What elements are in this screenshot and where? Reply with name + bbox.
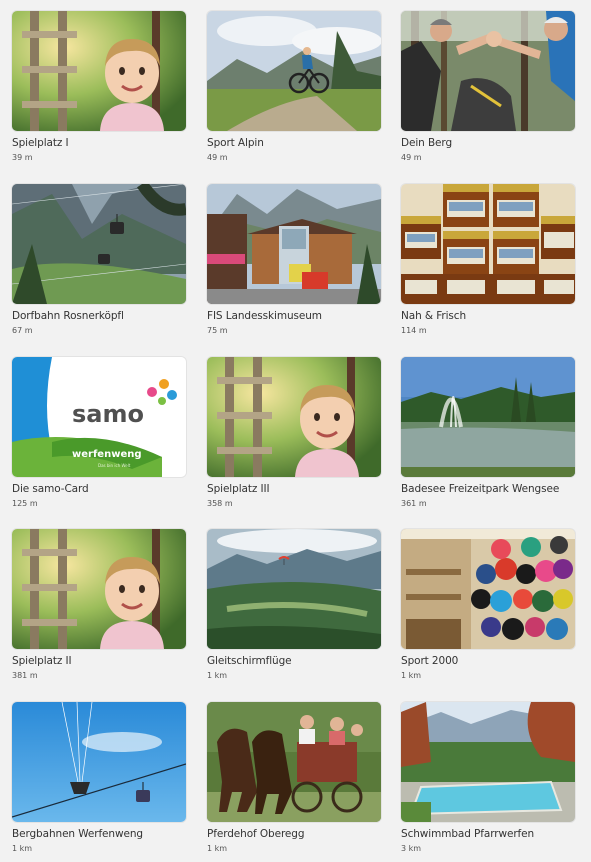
horse-carriage-photo <box>207 702 381 822</box>
poi-title: Spielplatz II <box>12 655 72 667</box>
samo-tagline: Das bin ich Welt <box>98 463 131 468</box>
poi-distance: 125 m <box>12 499 38 508</box>
poi-distance: 361 m <box>401 499 427 508</box>
ski-museum-building-photo <box>207 184 381 304</box>
poi-card-samo-card[interactable]: samo werfenweng Das bin ich Welt Die sam… <box>12 357 186 517</box>
poi-card-sport-2000[interactable]: Sport 2000 1 km <box>401 529 575 689</box>
poi-title: Nah & Frisch <box>401 310 467 322</box>
poi-distance: 1 km <box>207 671 228 680</box>
samo-logo-text: samo <box>72 400 144 428</box>
poi-card-schwimmbad-pfarrwerfen[interactable]: Schwimmbad Pfarrwerfen 3 km <box>401 702 575 862</box>
playground-child-photo <box>12 11 186 131</box>
poi-card-dorfbahn[interactable]: Dorfbahn Rosnerköpfl 67 m <box>12 184 186 344</box>
poi-title: Spielplatz III <box>207 483 270 495</box>
poi-distance: 1 km <box>401 671 422 680</box>
poi-distance: 381 m <box>12 671 38 680</box>
poi-distance: 49 m <box>207 153 228 162</box>
poi-card-spielplatz-2[interactable]: Spielplatz II 381 m <box>12 529 186 689</box>
gondola-blue-sky-photo <box>12 702 186 822</box>
poi-distance: 358 m <box>207 499 233 508</box>
poi-card-bergbahnen-werfenweng[interactable]: Bergbahnen Werfenweng 1 km <box>12 702 186 862</box>
poi-title: Badesee Freizeitpark Wengsee <box>401 483 560 495</box>
paraglider-valley-photo <box>207 529 381 649</box>
poi-title: FIS Landesskimuseum <box>207 310 322 322</box>
poi-title: Schwimmbad Pfarrwerfen <box>401 828 535 840</box>
poi-distance: 49 m <box>401 153 422 162</box>
poi-card-nah-frisch[interactable]: Nah & Frisch 114 m <box>401 184 575 344</box>
poi-distance: 3 km <box>401 844 422 853</box>
poi-card-dein-berg[interactable]: Dein Berg 49 m <box>401 11 575 171</box>
poi-title: Sport 2000 <box>401 655 459 667</box>
poi-card-spielplatz-3[interactable]: Spielplatz III 358 m <box>207 357 381 517</box>
poi-title: Dorfbahn Rosnerköpfl <box>12 310 124 322</box>
poi-distance: 114 m <box>401 326 427 335</box>
poi-card-sport-alpin[interactable]: Sport Alpin 49 m <box>207 11 381 171</box>
playground-child-photo <box>12 529 186 649</box>
poi-card-spielplatz-1[interactable]: Spielplatz I 39 m <box>12 11 186 171</box>
poi-title: Pferdehof Oberegg <box>207 828 305 840</box>
poi-card-pferdehof-oberegg[interactable]: Pferdehof Oberegg 1 km <box>207 702 381 862</box>
cable-car-valley-photo <box>12 184 186 304</box>
samo-card-logo: samo werfenweng Das bin ich Welt <box>12 357 186 477</box>
poi-card-fis-landesskimuseum[interactable]: FIS Landesskimuseum 75 m <box>207 184 381 344</box>
poi-title: Spielplatz I <box>12 137 69 149</box>
werfenweng-logo-text: werfenweng <box>72 449 142 460</box>
poi-card-gleitschirmfluege[interactable]: Gleitschirmflüge 1 km <box>207 529 381 689</box>
poi-title: Sport Alpin <box>207 137 264 149</box>
poi-distance: 1 km <box>207 844 228 853</box>
playground-child-photo <box>207 357 381 477</box>
poi-card-badesee[interactable]: Badesee Freizeitpark Wengsee 361 m <box>401 357 575 517</box>
poi-distance: 39 m <box>12 153 33 162</box>
poi-distance: 1 km <box>12 844 33 853</box>
ski-shop-helmets-photo <box>401 529 575 649</box>
poi-title: Bergbahnen Werfenweng <box>12 828 143 840</box>
poi-grid: Spielplatz I 39 m Sport Alpin 49 m Dein … <box>0 0 591 857</box>
climbers-high-five-photo <box>401 11 575 131</box>
poi-title: Gleitschirmflüge <box>207 655 292 667</box>
honey-jars-photo <box>401 184 575 304</box>
poi-distance: 67 m <box>12 326 33 335</box>
lake-fountain-photo <box>401 357 575 477</box>
poi-distance: 75 m <box>207 326 228 335</box>
mountain-biker-photo <box>207 11 381 131</box>
poi-title: Dein Berg <box>401 137 453 149</box>
outdoor-pool-photo <box>401 702 575 822</box>
poi-title: Die samo-Card <box>12 483 89 495</box>
